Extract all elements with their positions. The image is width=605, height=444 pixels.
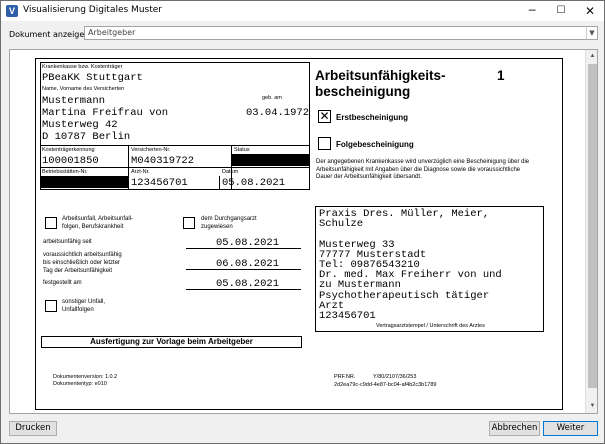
au-seit-value: 05.08.2021 <box>216 237 280 249</box>
kasse-label: Krankenkasse bzw. Kostenträger <box>42 64 123 70</box>
durchgang-label-2: zugewiesen <box>201 224 233 230</box>
folge-label: Folgebescheinigung <box>336 140 414 149</box>
kasse-value: PBeaKK Stuttgart <box>42 72 143 84</box>
title-bar: V Visualisierung Digitales Muster ─ ☐ ✕ <box>0 0 605 21</box>
datum-value: 05.08.2021 <box>222 177 286 189</box>
bsnr-redacted <box>41 176 128 188</box>
datum-label: Datum <box>222 169 239 175</box>
stamp-line: Schulze <box>319 218 364 231</box>
unfall-checkbox <box>45 217 57 229</box>
festgestellt-underline <box>186 289 301 290</box>
lanr-value: 123456701 <box>131 177 188 189</box>
name-label: Name, Vorname des Versicherten <box>42 86 125 92</box>
vnr-value: M040319722 <box>131 155 195 167</box>
status-redacted <box>232 154 310 166</box>
vertical-scrollbar[interactable]: ▲ ▼ <box>585 50 597 413</box>
city-value: D 10787 Berlin <box>42 131 131 143</box>
stamp-line: Psychotherapeutisch tätiger <box>319 289 490 302</box>
form-title-line1: Arbeitsunfähigkeits- <box>315 68 446 83</box>
status-label: Status <box>234 147 250 153</box>
divider <box>40 167 310 168</box>
stamp-caption: Vertragsarztstempel / Unterschrift des A… <box>376 323 485 329</box>
festgestellt-label: festgestellt am <box>43 280 82 286</box>
birthdate-value: 03.04.1972 <box>246 107 310 119</box>
guid: 2d2ea79c-c9dd-4e87-bc04-af4b2c3b1789 <box>334 382 437 388</box>
folge-checkbox <box>318 137 331 150</box>
maximize-button[interactable]: ☐ <box>545 1 577 21</box>
kt-label: Kostenträgerkennung <box>42 147 95 153</box>
au-seit-underline <box>186 248 301 249</box>
sonstiger-checkbox <box>45 300 57 312</box>
lastname-value: Mustermann <box>42 95 106 107</box>
durchgang-label-1: dem Durchgangsarzt <box>201 216 257 222</box>
close-button[interactable]: ✕ <box>574 1 605 21</box>
au-form: Krankenkasse bzw. Kostenträger PBeaKK St… <box>35 58 563 410</box>
docversion: Dokumentenversion: 1.0.2 <box>53 374 118 380</box>
au-seit-label: arbeitsunfähig seit <box>43 239 92 245</box>
au-bis-underline <box>186 269 301 270</box>
vnr-label: Versicherten-Nr. <box>131 147 171 153</box>
scrollbar-thumb[interactable] <box>588 64 597 388</box>
prf-value: Y/80/2107/36/253 <box>373 374 417 380</box>
divider <box>219 176 220 189</box>
erst-label: Erstbescheinigung <box>336 113 409 122</box>
street-value: Musterweg 42 <box>42 119 118 131</box>
form-title-line2: bescheinigung <box>315 84 411 99</box>
notice-text: Der angegebenen Krankenkasse wird unverz… <box>316 159 530 180</box>
scroll-up-icon[interactable]: ▲ <box>586 50 597 63</box>
print-button[interactable]: Drucken <box>9 421 57 436</box>
au-bis-label-3: Tag der Arbeitsunfähigkeit <box>43 268 113 274</box>
document-viewport[interactable]: Krankenkasse bzw. Kostenträger PBeaKK St… <box>9 49 598 414</box>
festgestellt-value: 05.08.2021 <box>216 278 280 290</box>
cancel-button[interactable]: Abbrechen <box>489 421 540 436</box>
divider <box>40 145 310 146</box>
page-number: 1 <box>497 68 505 83</box>
window-title: Visualisierung Digitales Muster <box>23 5 162 15</box>
au-bis-label-1: voraussichtlich arbeitsunfähig <box>43 252 122 258</box>
prf-label: PRF.NR. <box>334 374 356 380</box>
au-bis-label-2: bis einschließlich oder letzter <box>43 260 121 266</box>
stamp-line: 123456701 <box>319 310 376 322</box>
au-bis-value: 06.08.2021 <box>216 258 280 270</box>
bsnr-label: Betriebsstätten-Nr. <box>42 169 88 175</box>
chevron-down-icon[interactable]: ▼ <box>586 27 597 39</box>
next-button[interactable]: Weiter <box>543 421 598 436</box>
lanr-label: Arzt-Nr. <box>131 169 150 175</box>
scroll-down-icon[interactable]: ▼ <box>586 400 597 413</box>
firstname-value: Martina Freifrau von <box>42 107 169 119</box>
unfall-label-2: folgen, Berufskrankheit <box>62 224 124 230</box>
minimize-button[interactable]: ─ <box>516 1 548 21</box>
unfall-label-1: Arbeitsunfall, Arbeitsunfall- <box>62 216 134 222</box>
ausfertigung-box: Ausfertigung zur Vorlage beim Arbeitgebe… <box>41 336 302 348</box>
erst-checkbox: ✕ <box>318 109 331 123</box>
geb-label: geb. am <box>262 95 282 101</box>
stamp-line: zu Mustermann <box>319 279 401 292</box>
app-logo-icon: V <box>6 5 18 17</box>
document-select-value: Arbeitgeber <box>88 28 136 37</box>
kt-value: 100001850 <box>42 155 99 167</box>
durchgang-checkbox <box>183 217 195 229</box>
sonstiger-label-2: Unfallfolgen <box>62 307 94 313</box>
doctype: Dokumententyp: e010 <box>53 381 107 387</box>
sonstiger-label-1: sonstiger Unfall, <box>62 299 106 305</box>
document-select[interactable]: Arbeitgeber ▼ <box>84 26 598 40</box>
document-select-label: Dokument anzeigen <box>9 30 90 39</box>
